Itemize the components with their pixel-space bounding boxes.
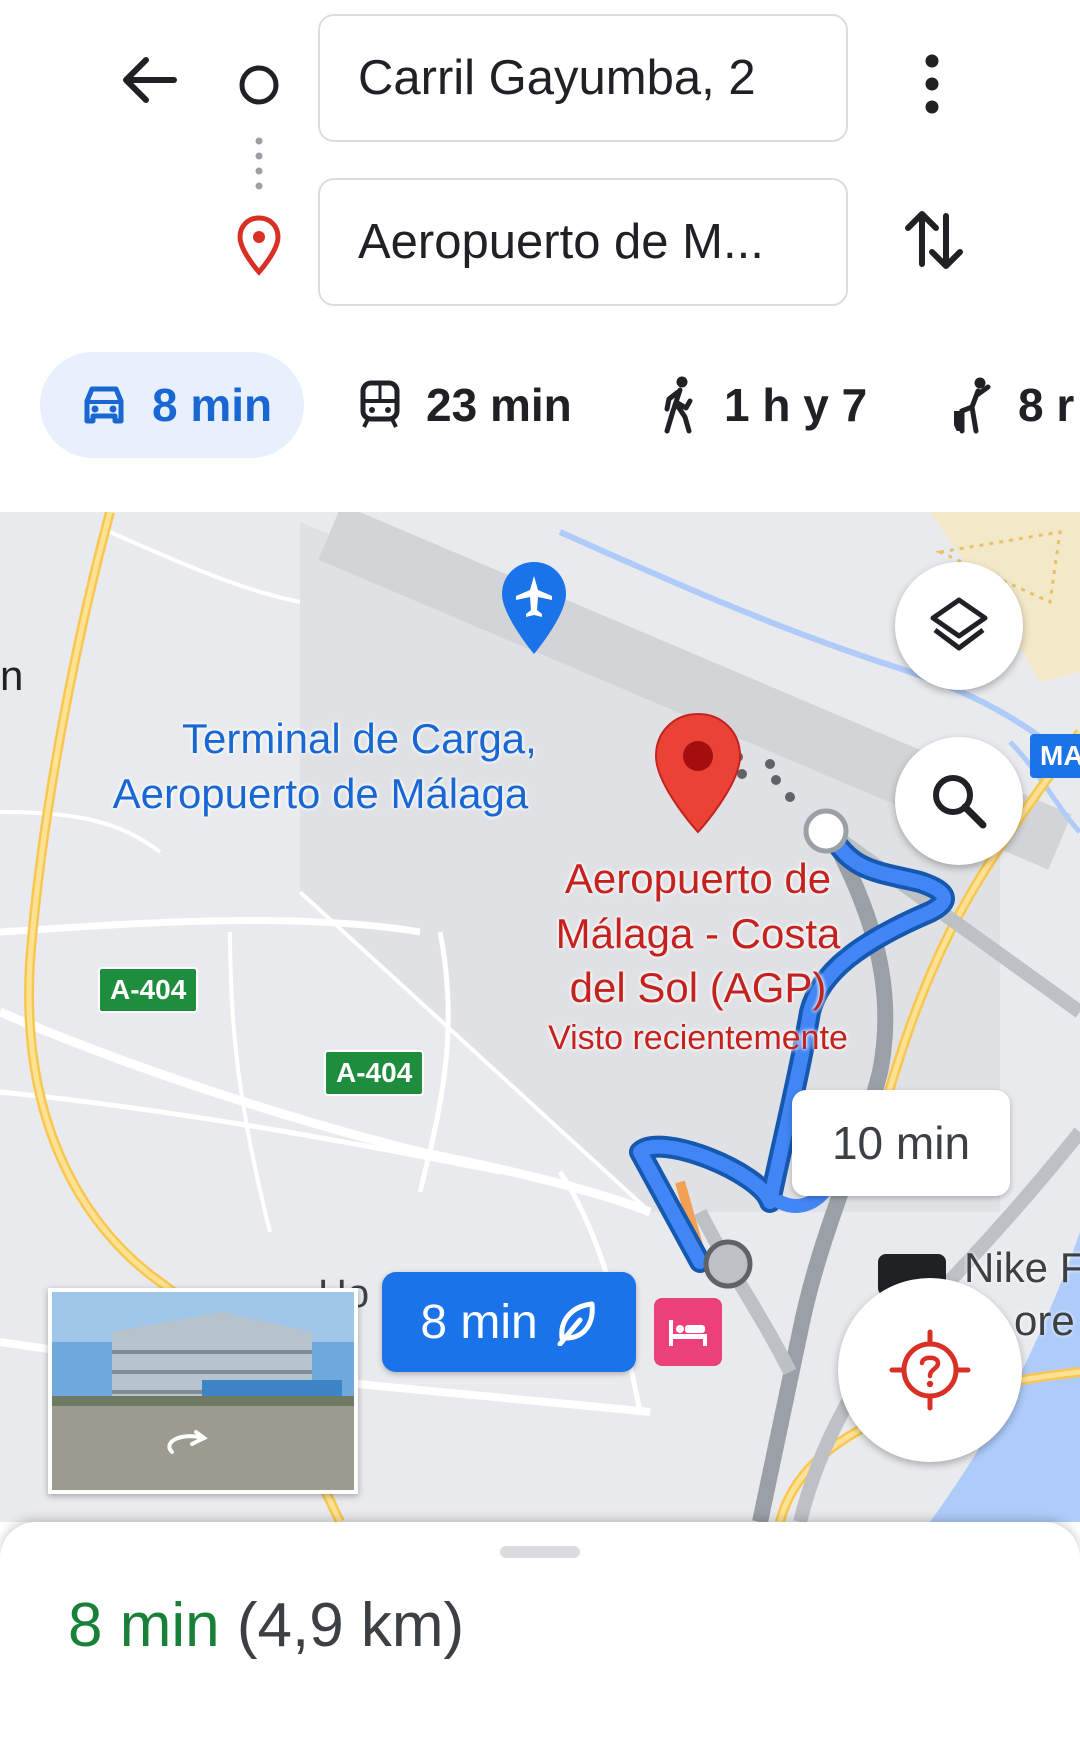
route-summary: 8 min (4,9 km) — [68, 1590, 464, 1661]
airport-note: Visto recientemente — [548, 1018, 848, 1057]
destination-map-pin-icon[interactable] — [650, 710, 746, 838]
main-route-time: 8 min — [420, 1295, 538, 1349]
nike-line1: Nike F — [964, 1244, 1080, 1291]
map-view[interactable]: Terminal de Carga, Aeropuerto de Málaga … — [0, 512, 1080, 1522]
road-shield-a404: A-404 — [98, 967, 199, 1013]
travel-mode-tabs: 8 min 23 min 1 h y 7 8 r — [0, 352, 1080, 460]
eco-leaf-icon — [557, 1301, 595, 1346]
alt-route-time-bubble[interactable]: 10 min — [792, 1090, 1010, 1196]
back-button[interactable] — [108, 40, 188, 120]
tab-walk[interactable]: 1 h y 7 — [656, 352, 896, 458]
origin-field[interactable]: Carril Gayumba, 2 — [318, 14, 848, 142]
destination-field[interactable]: Aeropuerto de M... — [318, 178, 848, 306]
cargo-terminal-line2: Aeropuerto de Málaga — [112, 769, 529, 817]
train-icon — [360, 380, 400, 428]
origin-text: Carril Gayumba, 2 — [358, 51, 756, 105]
road-shield-a404-2: A-404 — [324, 1050, 425, 1096]
main-route-time-bubble[interactable]: 8 min — [382, 1272, 636, 1372]
route-summary-sheet[interactable]: 8 min (4,9 km) — [0, 1522, 1080, 1742]
arrow-back-icon — [123, 57, 177, 103]
my-location-button[interactable] — [838, 1278, 1022, 1462]
car-icon — [84, 386, 124, 424]
location-unknown-icon — [889, 1329, 971, 1411]
tab-transit-label: 23 min — [426, 379, 572, 431]
origin-circle-icon — [239, 65, 279, 105]
street-view-thumbnail[interactable] — [48, 1288, 358, 1494]
airport-line3: del Sol (AGP) — [569, 964, 827, 1012]
drag-handle[interactable] — [500, 1546, 580, 1558]
directions-header: Carril Gayumba, 2 Aeropuerto de M... 8 m… — [0, 0, 1080, 512]
tab-ride[interactable]: 8 r — [950, 352, 1080, 458]
swap-vert-icon — [905, 211, 963, 269]
tab-car[interactable]: 8 min — [40, 352, 304, 458]
search-along-route-button[interactable] — [895, 737, 1023, 865]
airport-line2: Málaga - Costa — [555, 909, 841, 957]
tab-car-label: 8 min — [152, 379, 273, 431]
edge-left-label: n — [0, 652, 24, 699]
road-badge-right: MA — [1030, 734, 1080, 778]
route-distance: (4,9 km) — [236, 1591, 465, 1660]
layers-icon — [930, 597, 988, 651]
walking-icon — [664, 376, 693, 434]
route-dots-icon — [255, 137, 263, 190]
street-view-image — [52, 1292, 354, 1490]
cargo-terminal-label[interactable]: Terminal de Carga, Aeropuerto de Málaga — [104, 712, 537, 821]
tab-ride-label: 8 r — [1018, 379, 1075, 431]
more-options-button[interactable] — [900, 44, 964, 124]
more-vert-icon — [925, 54, 939, 114]
destination-text: Aeropuerto de M... — [358, 215, 764, 269]
tab-walk-label: 1 h y 7 — [724, 379, 868, 431]
cargo-terminal-line1: Terminal de Carga, — [182, 715, 537, 762]
hotel-icon[interactable] — [654, 1298, 722, 1366]
destination-pin-icon — [237, 215, 281, 276]
airport-pin-icon[interactable] — [498, 560, 570, 656]
search-icon — [933, 775, 987, 829]
layers-button[interactable] — [895, 562, 1023, 690]
airport-line1: Aeropuerto de — [564, 855, 832, 902]
airport-label[interactable]: Aeropuerto de Málaga - Costa del Sol (AG… — [528, 852, 868, 1060]
bed-icon — [669, 1320, 707, 1346]
tab-transit[interactable]: 23 min — [356, 352, 596, 458]
route-duration: 8 min — [68, 1591, 220, 1660]
swap-button[interactable] — [894, 200, 974, 280]
ride-icon — [954, 377, 991, 434]
alt-route-time: 10 min — [831, 1117, 971, 1169]
